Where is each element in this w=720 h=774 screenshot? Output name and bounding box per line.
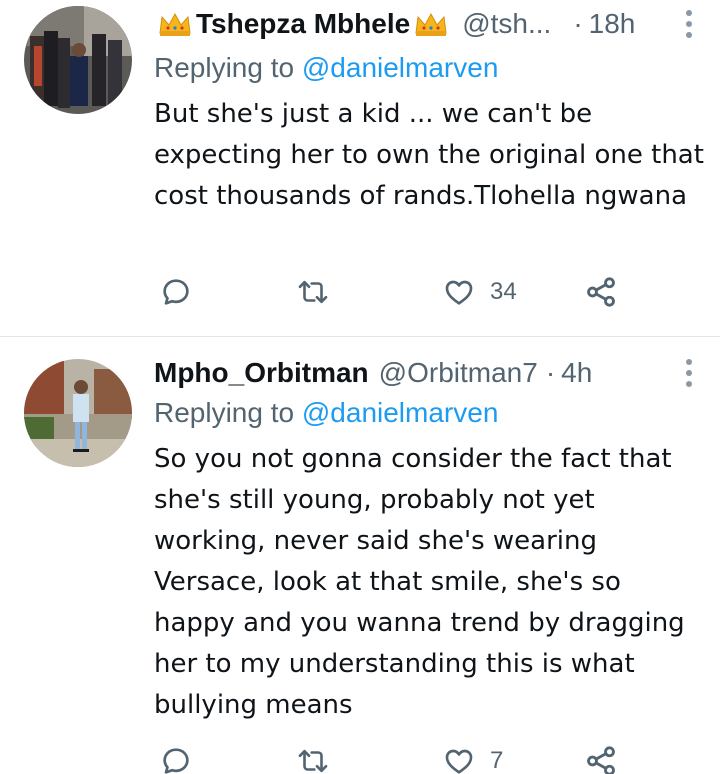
user-handle[interactable]: @Orbitman7 [379,357,538,389]
share-button[interactable] [584,741,618,774]
retweet-button[interactable] [296,272,330,312]
like-button[interactable]: 7 [442,741,503,774]
avatar[interactable] [24,359,132,467]
avatar[interactable] [24,6,132,114]
separator-dot: · [573,8,583,39]
retweet-button[interactable] [296,741,330,774]
share-icon [587,277,615,307]
tweet-header: Mpho_Orbitman @Orbitman7 · 4h [154,353,592,393]
replying-to: Replying to @danielmarven [154,397,498,429]
like-count: 7 [490,747,504,774]
tweet-text: So you not gonna consider the fact that … [154,444,685,720]
share-icon [587,746,615,774]
retweet-icon [298,280,328,304]
action-bar: 34 [160,272,630,312]
display-name[interactable]: Tshepza Mbhele [154,8,452,40]
display-name-text: Tshepza Mbhele [196,8,411,39]
like-count: 34 [490,278,517,305]
tweet-text: But she's just a kid ... we can't be exp… [154,99,704,211]
mention-link[interactable]: @danielmarven [302,52,499,83]
replying-to: Replying to @danielmarven [154,52,498,84]
retweet-icon [298,749,328,773]
reply-icon [163,279,189,305]
more-icon[interactable] [684,359,694,387]
replying-prefix: Replying to [154,52,295,83]
reply-button[interactable] [160,741,192,774]
crown-emoji [415,12,447,36]
action-bar: 7 [160,741,630,774]
display-name[interactable]: Mpho_Orbitman [154,357,369,389]
tweet-card[interactable]: Tshepza Mbhele @tsh... · 18h Replying to… [0,0,720,336]
like-button[interactable]: 34 [442,272,517,312]
replying-prefix: Replying to [154,397,295,428]
reply-icon [163,748,189,774]
timestamp[interactable]: 4h [561,357,592,389]
separator-dot: · [545,357,556,388]
user-handle[interactable]: @tsh... [462,8,551,40]
timestamp[interactable]: 18h [589,8,636,40]
share-button[interactable] [584,272,618,312]
tweet-card[interactable]: Mpho_Orbitman @Orbitman7 · 4h Replying t… [0,337,720,774]
tweet-header: Tshepza Mbhele @tsh... · 18h [154,4,635,44]
mention-link[interactable]: @danielmarven [302,397,499,428]
reply-button[interactable] [160,272,192,312]
like-icon [445,280,473,305]
crown-emoji [159,12,191,36]
like-icon [445,749,473,774]
more-icon[interactable] [684,10,694,38]
